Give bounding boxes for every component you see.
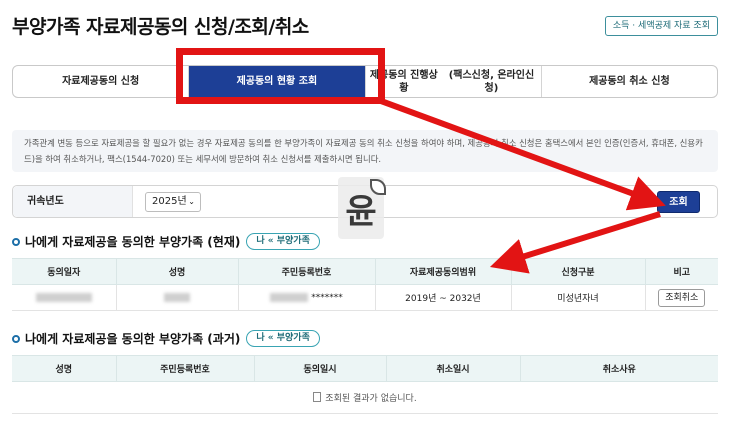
ssn-masked: ******* — [311, 292, 343, 303]
relation-pill: 나 « 부양가족 — [246, 330, 320, 347]
col-cancel-reason: 취소사유 — [519, 355, 718, 382]
year-select[interactable]: 2025년 ⌄ — [145, 192, 201, 212]
table-row: ******* 2019년 ~ 2032년 미성년자녀 조회취소 — [12, 284, 718, 311]
deduction-data-link[interactable]: 소득 · 세액공제 자료 조회 — [604, 16, 718, 36]
current-section-label: 나에게 자료제공을 동의한 부양가족 (현재) — [25, 235, 241, 249]
redacted-name — [164, 292, 190, 302]
search-button[interactable]: 조회 — [657, 191, 700, 213]
bullet-icon — [12, 237, 20, 246]
document-icon — [313, 392, 322, 402]
col-name: 성명 — [115, 258, 239, 285]
col-consent-range: 자료제공동의범위 — [374, 258, 512, 285]
col-apply-type: 신청구분 — [510, 258, 646, 285]
cancel-lookup-button[interactable]: 조회취소 — [658, 288, 706, 307]
empty-row: 조회된 결과가 없습니다. — [12, 381, 718, 414]
notice-box: 가족관계 변동 등으로 자료제공을 할 필요가 없는 경우 자료제공 동의를 한… — [12, 130, 718, 172]
watermark-logo: 윤 — [338, 177, 386, 239]
col-cancel-datetime: 취소일시 — [385, 355, 521, 382]
year-value: 2025년 — [152, 196, 187, 207]
current-section-title: 나에게 자료제공을 동의한 부양가족 (현재) 나 « 부양가족 — [12, 233, 320, 250]
chevron-down-icon: ⌄ — [188, 197, 195, 206]
year-label: 귀속년도 — [13, 186, 133, 217]
col-consent-datetime: 동의일시 — [253, 355, 387, 382]
tab-label-line: (팩스신청, 온라인신청) — [448, 69, 535, 94]
note-cell: 조회취소 — [644, 284, 718, 311]
page-title: 부양가족 자료제공동의 신청/조회/취소 — [12, 16, 309, 38]
col-consent-date: 동의일자 — [12, 258, 117, 285]
col-ssn: 주민등록번호 — [115, 355, 255, 382]
tab-bar: 자료제공동의 신청 제공동의 현황 조회 제공동의 진행상황 (팩스신청, 온라인… — [12, 65, 718, 98]
name-cell — [115, 284, 239, 311]
current-dependents-table: 동의일자 성명 주민등록번호 자료제공동의범위 신청구분 비고 ******* … — [12, 258, 718, 311]
col-name: 성명 — [12, 355, 117, 382]
past-dependents-table: 성명 주민등록번호 동의일시 취소일시 취소사유 조회된 결과가 없습니다. — [12, 355, 718, 414]
ssn-cell: ******* — [237, 284, 376, 311]
empty-message-cell: 조회된 결과가 없습니다. — [12, 381, 718, 414]
col-note: 비고 — [644, 258, 718, 285]
tab-label-line: 제공동의 진행상황 — [369, 69, 438, 94]
past-section-title: 나에게 자료제공을 동의한 부양가족 (과거) 나 « 부양가족 — [12, 330, 320, 347]
past-section-label: 나에게 자료제공을 동의한 부양가족 (과거) — [25, 332, 241, 346]
consent-date-cell — [12, 284, 117, 311]
tab-consent-cancel[interactable]: 제공동의 취소 신청 — [542, 66, 717, 97]
relation-pill: 나 « 부양가족 — [246, 233, 320, 250]
tab-consent-status[interactable]: 제공동의 현황 조회 — [189, 66, 366, 97]
consent-range-cell: 2019년 ~ 2032년 — [374, 284, 512, 311]
redacted-ssn — [270, 292, 309, 302]
tab-consent-progress[interactable]: 제공동의 진행상황 (팩스신청, 온라인신청) — [366, 66, 542, 97]
col-ssn: 주민등록번호 — [237, 258, 376, 285]
empty-message: 조회된 결과가 없습니다. — [325, 394, 417, 404]
bullet-icon — [12, 334, 20, 343]
arrow-to-table — [489, 211, 661, 274]
apply-type-cell: 미성년자녀 — [510, 284, 646, 311]
redacted-date — [35, 292, 92, 302]
tab-consent-apply[interactable]: 자료제공동의 신청 — [13, 66, 190, 97]
